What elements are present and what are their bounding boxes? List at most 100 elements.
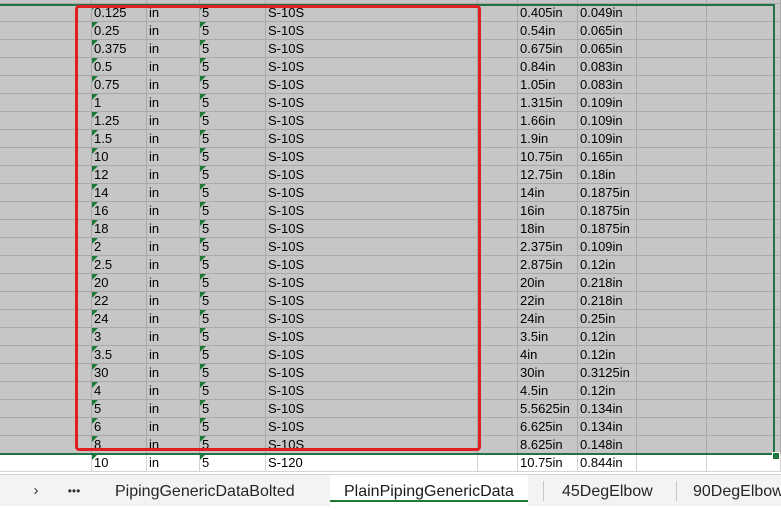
outer-diameter-cell[interactable]: 1.9in (518, 130, 578, 148)
wall-thickness-cell[interactable]: 0.049in (578, 4, 637, 22)
unit-cell[interactable]: in (147, 256, 200, 274)
empty-cell[interactable] (707, 292, 781, 310)
outer-diameter-cell[interactable]: 1.05in (518, 76, 578, 94)
empty-cell[interactable] (0, 400, 92, 418)
wall-thickness-cell[interactable]: 0.134in (578, 400, 637, 418)
unit-cell[interactable]: in (147, 292, 200, 310)
empty-cell[interactable] (478, 418, 518, 436)
empty-cell[interactable] (0, 382, 92, 400)
unit-cell[interactable]: in (147, 436, 200, 454)
empty-cell[interactable] (637, 40, 707, 58)
empty-cell[interactable] (637, 76, 707, 94)
outer-diameter-cell[interactable]: 2.875in (518, 256, 578, 274)
empty-cell[interactable] (478, 76, 518, 94)
empty-cell[interactable] (0, 256, 92, 274)
outer-diameter-cell[interactable]: 1.315in (518, 94, 578, 112)
empty-cell[interactable] (478, 40, 518, 58)
size-cell[interactable]: 0.125 (92, 4, 147, 22)
empty-cell[interactable] (707, 418, 781, 436)
outer-diameter-cell[interactable]: 5.5625in (518, 400, 578, 418)
empty-cell[interactable] (637, 256, 707, 274)
size-cell[interactable]: 5 (92, 400, 147, 418)
tab-45-deg-elbow[interactable]: 45DegElbow (548, 475, 667, 506)
empty-cell[interactable] (637, 4, 707, 22)
wall-thickness-cell[interactable]: 0.218in (578, 274, 637, 292)
empty-cell[interactable] (0, 130, 92, 148)
empty-cell[interactable] (0, 238, 92, 256)
empty-cell[interactable] (637, 130, 707, 148)
designation-cell[interactable]: S-10S (266, 202, 478, 220)
empty-cell[interactable] (637, 382, 707, 400)
empty-cell[interactable] (478, 436, 518, 454)
tab-piping-generic-data-bolted[interactable]: PipingGenericDataBolted (101, 475, 309, 506)
size-cell[interactable]: 20 (92, 274, 147, 292)
empty-cell[interactable] (0, 310, 92, 328)
empty-cell[interactable] (478, 166, 518, 184)
schedule-cell[interactable]: 5 (200, 58, 266, 76)
designation-cell[interactable]: S-10S (266, 4, 478, 22)
empty-cell[interactable] (707, 328, 781, 346)
empty-cell[interactable] (707, 112, 781, 130)
designation-cell[interactable]: S-10S (266, 274, 478, 292)
empty-cell[interactable] (707, 58, 781, 76)
unit-cell[interactable]: in (147, 148, 200, 166)
empty-cell[interactable] (0, 40, 92, 58)
wall-thickness-cell[interactable]: 0.109in (578, 94, 637, 112)
designation-cell[interactable]: S-10S (266, 130, 478, 148)
schedule-cell[interactable]: 5 (200, 94, 266, 112)
designation-cell[interactable]: S-10S (266, 166, 478, 184)
size-cell[interactable]: 4 (92, 382, 147, 400)
designation-cell[interactable]: S-10S (266, 22, 478, 40)
outer-diameter-cell[interactable]: 24in (518, 310, 578, 328)
outer-diameter-cell[interactable]: 3.5in (518, 328, 578, 346)
empty-cell[interactable] (478, 346, 518, 364)
outer-diameter-cell[interactable]: 8.625in (518, 436, 578, 454)
size-cell[interactable]: 0.75 (92, 76, 147, 94)
empty-cell[interactable] (0, 112, 92, 130)
unit-cell[interactable]: in (147, 58, 200, 76)
empty-cell[interactable] (0, 328, 92, 346)
empty-cell[interactable] (637, 58, 707, 76)
outer-diameter-cell[interactable]: 4.5in (518, 382, 578, 400)
wall-thickness-cell[interactable]: 0.134in (578, 418, 637, 436)
empty-cell[interactable] (707, 40, 781, 58)
empty-cell[interactable] (637, 184, 707, 202)
empty-cell[interactable] (478, 130, 518, 148)
empty-cell[interactable] (478, 364, 518, 382)
empty-cell[interactable] (637, 436, 707, 454)
empty-cell[interactable] (0, 274, 92, 292)
designation-cell[interactable]: S-10S (266, 418, 478, 436)
size-cell[interactable]: 16 (92, 202, 147, 220)
empty-cell[interactable] (478, 328, 518, 346)
schedule-cell[interactable]: 5 (200, 202, 266, 220)
size-cell[interactable]: 2 (92, 238, 147, 256)
designation-cell[interactable]: S-10S (266, 112, 478, 130)
schedule-cell[interactable]: 5 (200, 148, 266, 166)
unit-cell[interactable]: in (147, 364, 200, 382)
size-cell[interactable]: 1.25 (92, 112, 147, 130)
empty-cell[interactable] (707, 202, 781, 220)
empty-cell[interactable] (637, 292, 707, 310)
empty-cell[interactable] (0, 58, 92, 76)
designation-cell[interactable]: S-10S (266, 346, 478, 364)
schedule-cell[interactable]: 5 (200, 166, 266, 184)
wall-thickness-cell[interactable]: 0.18in (578, 166, 637, 184)
outer-diameter-cell[interactable]: 22in (518, 292, 578, 310)
empty-cell[interactable] (637, 112, 707, 130)
designation-cell[interactable]: S-10S (266, 382, 478, 400)
empty-cell[interactable] (478, 58, 518, 76)
size-cell[interactable]: 2.5 (92, 256, 147, 274)
empty-cell[interactable] (478, 256, 518, 274)
empty-cell[interactable] (637, 346, 707, 364)
schedule-cell[interactable]: 5 (200, 130, 266, 148)
wall-thickness-cell[interactable]: 0.109in (578, 112, 637, 130)
wall-thickness-cell[interactable]: 0.165in (578, 148, 637, 166)
empty-cell[interactable] (0, 202, 92, 220)
empty-cell[interactable] (707, 22, 781, 40)
unit-cell[interactable]: in (147, 202, 200, 220)
empty-cell[interactable] (707, 238, 781, 256)
designation-cell[interactable]: S-10S (266, 238, 478, 256)
outer-diameter-cell[interactable]: 10.75in (518, 148, 578, 166)
empty-cell[interactable] (637, 310, 707, 328)
designation-cell[interactable]: S-10S (266, 148, 478, 166)
